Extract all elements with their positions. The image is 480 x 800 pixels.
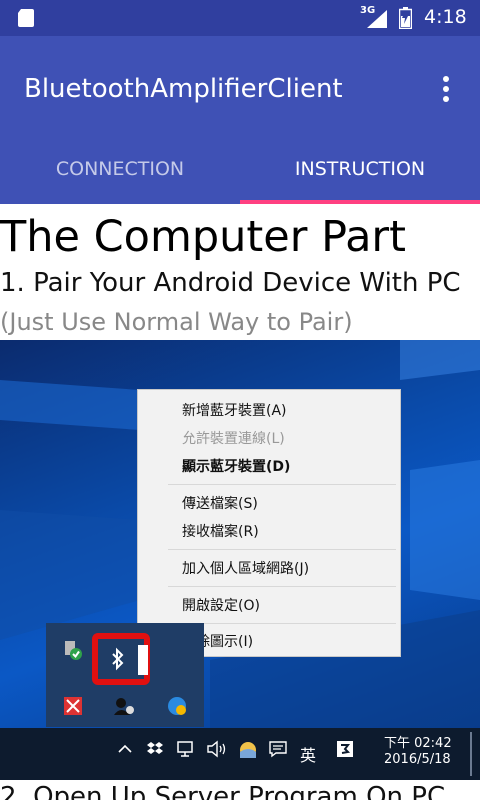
- menu-separator: [168, 484, 396, 485]
- step-2-text: 2. Open Up Server Program On PC: [0, 782, 446, 800]
- tab-bar: CONNECTION INSTRUCTION: [0, 136, 480, 204]
- menu-item-add-device: 新增藍牙裝置(A): [182, 403, 287, 419]
- bluetooth-context-menu: 新增藍牙裝置(A) 允許裝置連線(L) 顯示藍牙裝置(D) 傳送檔案(S) 接收…: [137, 389, 401, 657]
- updater-icon: [168, 697, 186, 715]
- dropbox-icon: [147, 742, 163, 754]
- battery-icon: [399, 7, 412, 29]
- instruction-content[interactable]: The Computer Part 1. Pair Your Android D…: [0, 204, 480, 800]
- sd-card-icon: [18, 9, 34, 27]
- bluetooth-icon: [112, 647, 124, 671]
- taskbar-date: 2016/5/18: [384, 752, 451, 767]
- pairing-screenshot: 新增藍牙裝置(A) 允許裝置連線(L) 顯示藍牙裝置(D) 傳送檔案(S) 接收…: [0, 340, 480, 780]
- tray-overflow-panel: [46, 623, 204, 727]
- step-1-text: 1. Pair Your Android Device With PC: [0, 268, 461, 298]
- input-method-icon: [337, 741, 353, 757]
- volume-icon: [207, 740, 226, 758]
- overflow-menu-icon[interactable]: [436, 76, 456, 106]
- ime-indicator: 英: [300, 746, 317, 765]
- tab-connection[interactable]: CONNECTION: [0, 136, 240, 204]
- menu-separator: [168, 586, 396, 587]
- section-heading: The Computer Part: [0, 212, 406, 262]
- show-desktop-divider: [470, 732, 472, 776]
- menu-item-receive-file: 接收檔案(R): [182, 524, 259, 540]
- menu-item-open-settings: 開啟設定(O): [182, 598, 260, 614]
- usb-eject-icon: [65, 641, 82, 660]
- tray-selection-strip: [138, 645, 148, 675]
- menu-item-send-file: 傳送檔案(S): [182, 496, 258, 512]
- network-user-icon: [114, 698, 134, 715]
- tab-instruction[interactable]: INSTRUCTION: [240, 136, 480, 204]
- antivirus-icon: [64, 697, 82, 715]
- menu-item-show-devices: 顯示藍牙裝置(D): [182, 459, 291, 475]
- menu-item-join-pan: 加入個人區域網路(J): [182, 561, 310, 577]
- menu-item-allow-connect: 允許裝置連線(L): [182, 431, 285, 447]
- status-bar: 3G 4:18: [0, 0, 480, 36]
- app-title: BluetoothAmplifierClient: [24, 74, 343, 104]
- menu-separator: [168, 549, 396, 550]
- taskbar-time: 下午 02:42: [384, 736, 452, 751]
- status-time: 4:18: [424, 6, 467, 28]
- step-1-note: (Just Use Normal Way to Pair): [0, 308, 353, 336]
- app-bar: BluetoothAmplifierClient CONNECTION INST…: [0, 36, 480, 204]
- message-icon: [269, 741, 287, 758]
- windows-taskbar: 英 下午 02:42 2016/5/18: [0, 728, 480, 780]
- chevron-up-icon: [118, 744, 132, 753]
- network-icon: [177, 741, 193, 757]
- signal-icon: [367, 10, 387, 28]
- weather-icon: [240, 742, 256, 758]
